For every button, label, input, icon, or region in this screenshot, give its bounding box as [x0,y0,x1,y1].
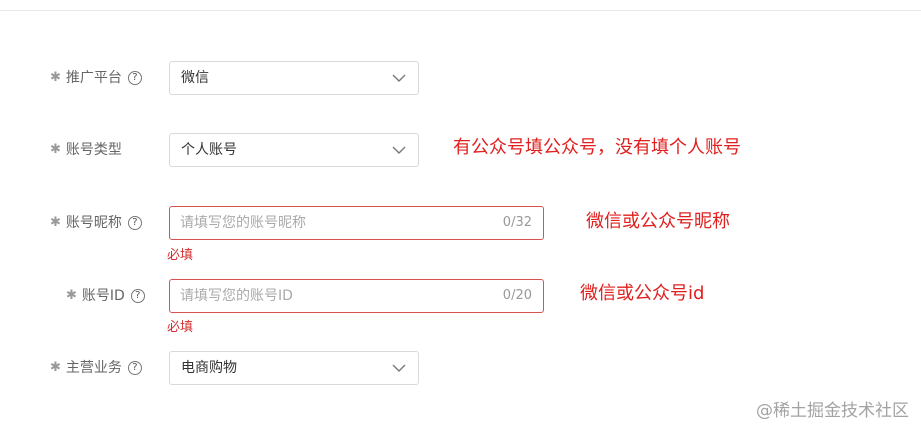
required-star-icon: ✱ [50,360,61,375]
help-icon[interactable]: ? [127,71,142,85]
account-id-char-counter: 0/20 [502,288,532,303]
watermark: @稀土掘金技术社区 [756,401,909,421]
nickname-char-counter: 0/32 [502,215,532,230]
nickname-input[interactable]: 请填写您的账号昵称 0/32 [169,206,544,240]
help-icon[interactable]: ? [127,216,142,230]
account-type-select[interactable]: 个人账号 [169,133,419,167]
platform-label-row: ✱ 推广平台 ? [50,68,142,88]
help-icon[interactable]: ? [127,361,142,375]
account-id-error: 必填 [167,320,194,335]
chevron-down-icon [392,74,406,82]
required-star-icon: ✱ [50,215,61,230]
chevron-down-icon [392,364,406,372]
required-star-icon: ✱ [66,288,77,303]
chevron-down-icon [392,146,406,154]
platform-select[interactable]: 微信 [169,61,419,95]
nickname-error: 必填 [167,248,194,263]
nickname-annotation: 微信或公众号昵称 [586,211,730,232]
nickname-label-row: ✱ 账号昵称 ? [50,213,142,233]
business-label-row: ✱ 主营业务 ? [50,358,142,378]
account-type-annotation: 有公众号填公众号，没有填个人账号 [453,137,741,158]
account-id-input[interactable]: 请填写您的账号ID 0/20 [169,279,544,313]
help-icon[interactable]: ? [130,289,145,303]
nickname-placeholder: 请填写您的账号昵称 [180,215,306,231]
account-type-label-row: ✱ 账号类型 [50,140,122,160]
business-select-value: 电商购物 [181,360,237,376]
account-id-label-row: ✱ 账号ID ? [66,286,145,306]
business-label: 主营业务 [65,360,122,376]
account-type-label: 账号类型 [65,142,122,158]
account-id-annotation: 微信或公众号id [580,283,705,304]
required-star-icon: ✱ [50,70,61,85]
nickname-label: 账号昵称 [65,215,122,231]
top-divider [0,10,921,11]
platform-label: 推广平台 [65,70,122,86]
business-select[interactable]: 电商购物 [169,351,419,385]
account-id-label: 账号ID [81,288,125,304]
platform-select-value: 微信 [181,70,209,86]
account-id-placeholder: 请填写您的账号ID [180,288,293,304]
required-star-icon: ✱ [50,142,61,157]
account-type-select-value: 个人账号 [181,142,237,158]
